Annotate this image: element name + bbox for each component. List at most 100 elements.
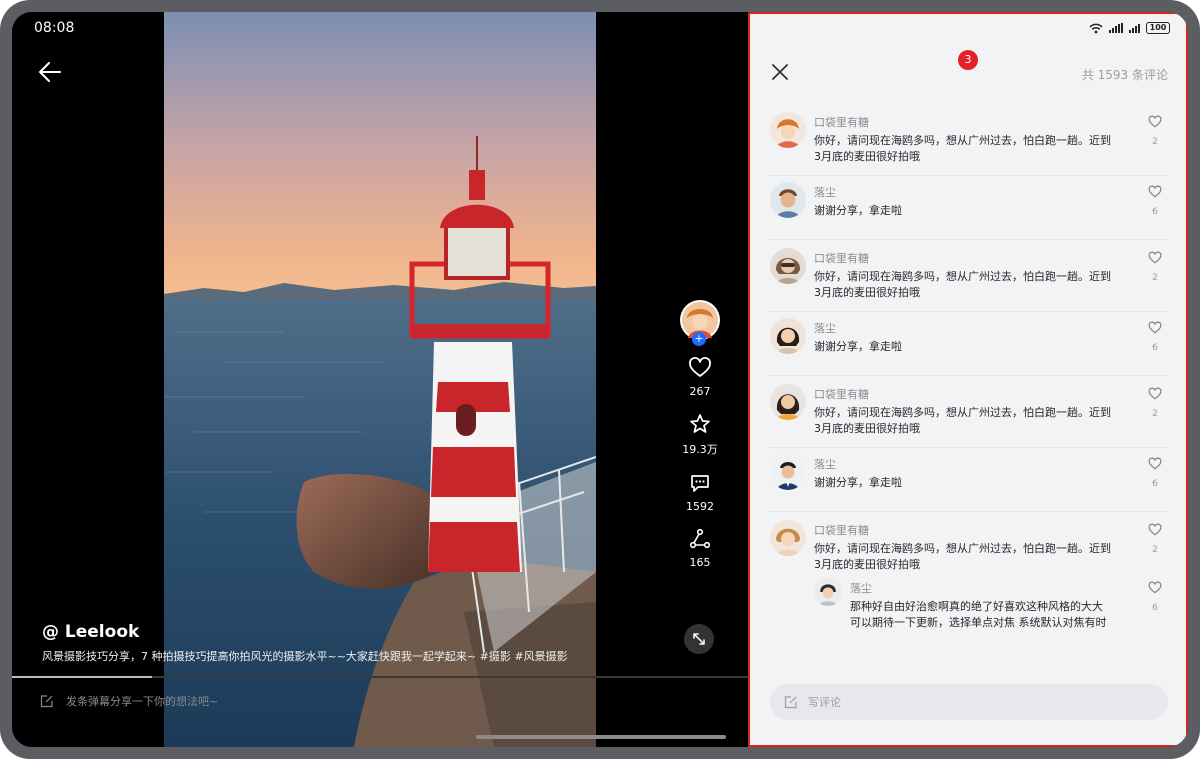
comment-text: 你好，请问现在海鸥多吗，想从广州过去，怕白跑一趟。近到3月底的麦田很好拍哦 [814, 406, 1111, 435]
comment-like-count: 2 [1152, 137, 1158, 147]
share-icon[interactable] [688, 527, 712, 551]
comment-total: 共 1593 条评论 [1081, 68, 1168, 82]
heart-icon[interactable] [1148, 251, 1162, 265]
comment-text: 你好，请问现在海鸥多吗，想从广州过去，怕白跑一趟。近到3月底的麦田很好拍哦 [814, 134, 1111, 163]
avatar[interactable] [770, 248, 806, 284]
divider [770, 175, 1168, 176]
comment-like[interactable]: 2 [1142, 520, 1168, 578]
comment-like-count: 6 [1152, 343, 1158, 353]
heart-icon[interactable] [1148, 581, 1162, 595]
like-count: 267 [689, 385, 711, 398]
like-action[interactable]: 267 [674, 356, 726, 398]
comment-like-count: 2 [1152, 409, 1158, 419]
close-icon[interactable] [770, 62, 790, 82]
divider [770, 239, 1168, 240]
comment-list: 口袋里有糖 你好，请问现在海鸥多吗，想从广州过去，怕白跑一趟。近到3月底的麦田很… [750, 110, 1186, 642]
star-icon[interactable] [688, 412, 712, 436]
avatar[interactable] [770, 318, 806, 354]
comment-text: 谢谢分享，拿走啦 [814, 476, 902, 489]
comment-like[interactable]: 6 [1142, 318, 1168, 382]
comment-like[interactable]: 2 [1142, 248, 1168, 318]
comment-text: 你好，请问现在海鸥多吗，想从广州过去，怕白跑一趟。近到3月底的麦田很好拍哦 [814, 270, 1111, 299]
video-pane[interactable]: 08:08 + 267 19.3万 1592 165 @ Leelook 风景摄… [12, 12, 748, 747]
danmaku-input[interactable]: 发条弹幕分享一下你的想法吧~ [40, 692, 218, 710]
comment-username[interactable]: 口袋里有糖 [814, 522, 1142, 538]
screen: 08:08 + 267 19.3万 1592 165 @ Leelook 风景摄… [12, 12, 1188, 747]
comment-like-count: 6 [1152, 479, 1158, 489]
comment-item[interactable]: 口袋里有糖 你好，请问现在海鸥多吗，想从广州过去，怕白跑一趟。近到3月底的麦田很… [750, 110, 1186, 182]
author-avatar[interactable]: + [680, 300, 720, 346]
reply-username[interactable]: 落尘 [850, 580, 1142, 596]
heart-icon[interactable] [1148, 387, 1162, 401]
video-progress-bar[interactable] [12, 676, 748, 678]
write-comment-input[interactable]: 写评论 [770, 684, 1168, 720]
comment-username[interactable]: 落尘 [814, 320, 1142, 336]
share-action[interactable]: 165 [674, 527, 726, 569]
comment-item[interactable]: 落尘 谢谢分享，拿走啦 6 [750, 454, 1186, 518]
heart-icon[interactable] [688, 356, 712, 380]
comment-like[interactable]: 6 [1142, 182, 1168, 246]
heart-icon[interactable] [1148, 321, 1162, 335]
status-icons: 100 [1089, 22, 1170, 34]
home-indicator[interactable] [476, 735, 726, 739]
comment-bubble-icon[interactable] [688, 471, 712, 495]
comment-username[interactable]: 口袋里有糖 [814, 250, 1142, 266]
comment-text: 你好，请问现在海鸥多吗，想从广州过去，怕白跑一趟。近到3月底的麦田很好拍哦 [814, 542, 1111, 571]
heart-icon[interactable] [1148, 523, 1162, 537]
share-count: 165 [689, 556, 711, 569]
signal-icon [1109, 23, 1123, 33]
reply-like-count: 6 [1152, 603, 1158, 613]
favorite-action[interactable]: 19.3万 [674, 412, 726, 457]
expand-icon[interactable] [684, 624, 714, 654]
comment-like-count: 2 [1152, 273, 1158, 283]
comment-action[interactable]: 1592 [674, 471, 726, 513]
heart-icon[interactable] [1148, 185, 1162, 199]
edit-icon [40, 695, 53, 708]
side-action-bar: + 267 19.3万 1592 165 [674, 300, 726, 583]
author-handle[interactable]: @ Leelook [42, 622, 602, 642]
follow-plus-icon[interactable]: + [692, 332, 706, 346]
favorite-count: 19.3万 [682, 443, 718, 456]
comment-item[interactable]: 口袋里有糖 你好，请问现在海鸥多吗，想从广州过去，怕白跑一趟。近到3月底的麦田很… [750, 382, 1186, 454]
avatar[interactable] [814, 578, 842, 606]
signal-icon-2 [1129, 23, 1140, 33]
comment-text: 谢谢分享，拿走啦 [814, 204, 902, 217]
heart-icon[interactable] [1148, 457, 1162, 471]
comment-count: 1592 [686, 500, 714, 513]
comment-like[interactable]: 6 [1142, 454, 1168, 518]
comment-username[interactable]: 落尘 [814, 456, 1142, 472]
comment-username[interactable]: 口袋里有糖 [814, 386, 1142, 402]
comment-username[interactable]: 落尘 [814, 184, 1142, 200]
reply-like[interactable]: 6 [1142, 578, 1168, 642]
post-description: 风景摄影技巧分享，7 种拍摄技巧提高你拍风光的摄影水平~~大家赶快跟我一起学起来… [42, 650, 568, 663]
avatar[interactable] [770, 384, 806, 420]
comments-panel: 100 3 共 1593 条评论 口袋里有糖 你好，请问现在海鸥多吗，想从广州过… [748, 12, 1188, 747]
comment-item[interactable]: 口袋里有糖 你好，请问现在海鸥多吗，想从广州过去，怕白跑一趟。近到3月底的麦田很… [750, 246, 1186, 318]
divider [770, 447, 1168, 448]
write-comment-placeholder: 写评论 [808, 696, 841, 709]
status-time: 08:08 [34, 20, 75, 36]
avatar[interactable] [770, 520, 806, 556]
comment-like-count: 2 [1152, 545, 1158, 555]
comment-item[interactable]: 落尘 谢谢分享，拿走啦 6 [750, 182, 1186, 246]
reply-text: 那种好自由好治愈啊真的绝了好喜欢这种风格的大大可以期待一下更新，选择单点对焦 系… [850, 600, 1107, 629]
battery-icon: 100 [1146, 22, 1170, 34]
avatar[interactable] [770, 454, 806, 490]
divider [770, 375, 1168, 376]
tablet-frame: 08:08 + 267 19.3万 1592 165 @ Leelook 风景摄… [0, 0, 1200, 759]
back-arrow-icon[interactable] [36, 58, 64, 86]
video-caption: @ Leelook 风景摄影技巧分享，7 种拍摄技巧提高你拍风光的摄影水平~~大… [42, 622, 602, 664]
comment-like[interactable]: 2 [1142, 112, 1168, 182]
wifi-icon [1089, 23, 1103, 33]
avatar[interactable] [770, 112, 806, 148]
avatar[interactable] [770, 182, 806, 218]
divider [770, 511, 1168, 512]
reply-item[interactable]: 落尘 那种好自由好治愈啊真的绝了好喜欢这种风格的大大可以期待一下更新，选择单点对… [750, 578, 1186, 642]
comment-item[interactable]: 落尘 谢谢分享，拿走啦 6 [750, 318, 1186, 382]
edit-icon [784, 696, 797, 709]
comment-username[interactable]: 口袋里有糖 [814, 114, 1142, 130]
comment-like[interactable]: 2 [1142, 384, 1168, 454]
video-progress-fill [12, 676, 152, 678]
heart-icon[interactable] [1148, 115, 1162, 129]
comment-item[interactable]: 口袋里有糖 你好，请问现在海鸥多吗，想从广州过去，怕白跑一趟。近到3月底的麦田很… [750, 518, 1186, 578]
